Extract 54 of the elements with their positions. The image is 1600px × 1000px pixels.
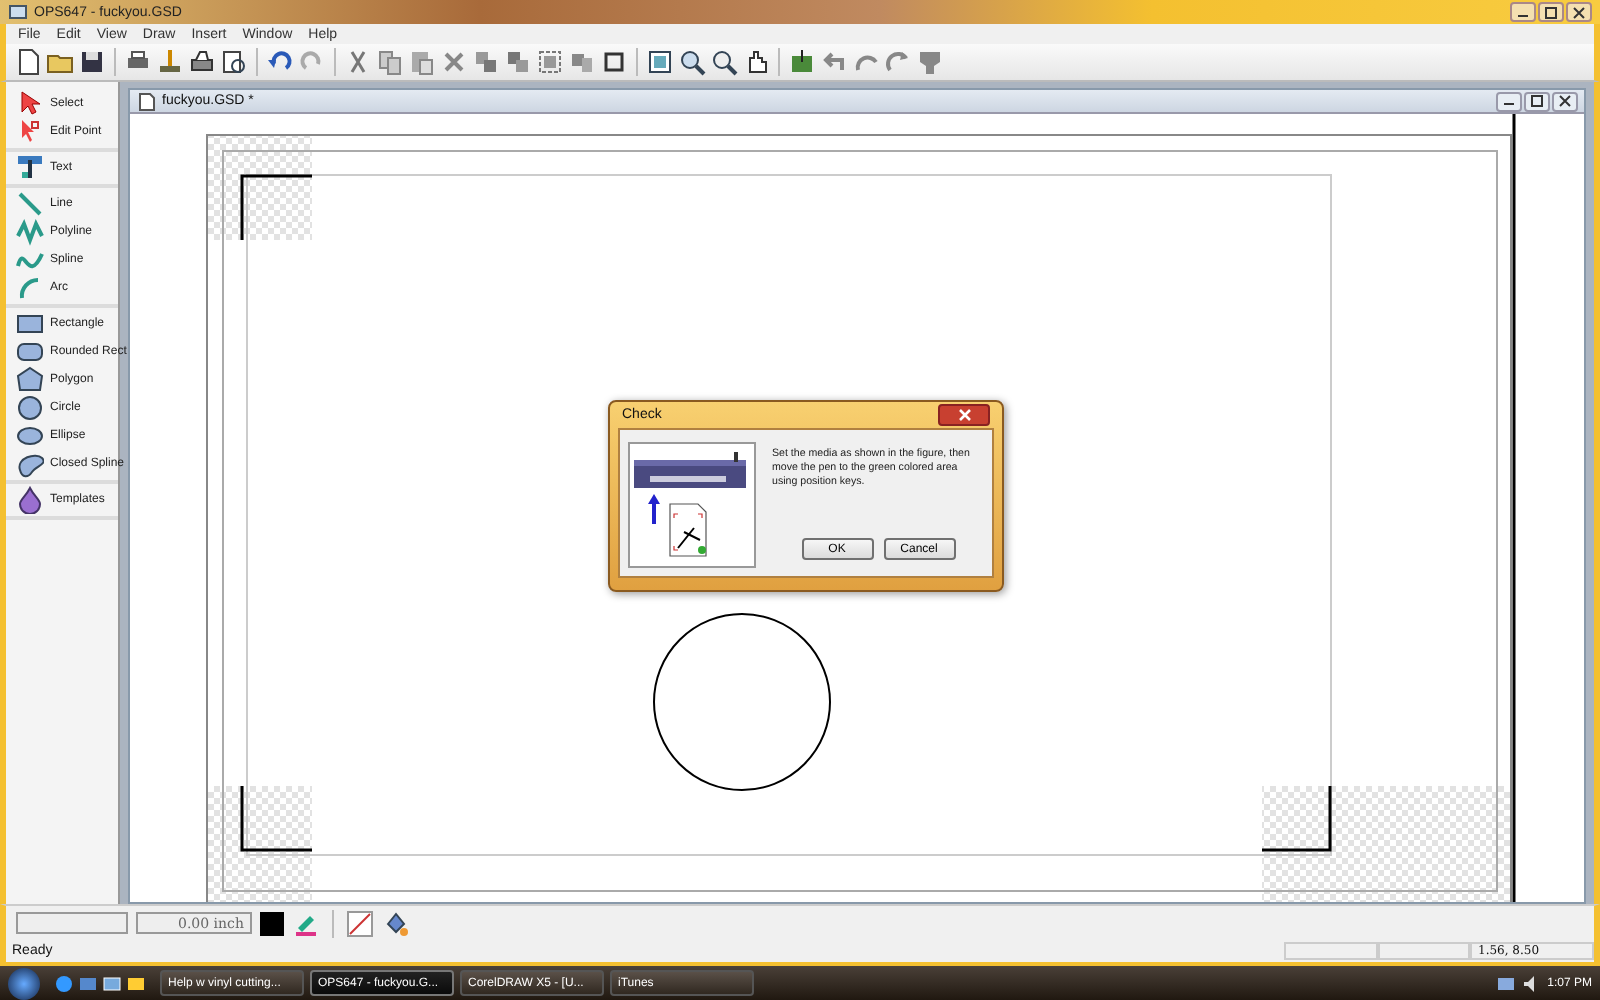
circle-tool-icon (16, 394, 44, 422)
fill-bucket-icon[interactable] (382, 909, 410, 937)
new-document-icon[interactable] (14, 48, 42, 76)
arc-tool-icon (16, 274, 44, 302)
close-button[interactable] (938, 404, 990, 426)
maximize-button[interactable] (1538, 2, 1564, 22)
droplet-icon (16, 486, 44, 514)
network-icon[interactable] (1495, 973, 1516, 993)
window-switch-icon[interactable] (102, 973, 122, 993)
app-icon (8, 2, 28, 22)
squares-icon[interactable] (504, 48, 532, 76)
restore-button[interactable] (1524, 91, 1550, 111)
squares-icon[interactable] (472, 48, 500, 76)
line-tool-icon (16, 190, 44, 218)
printer-icon[interactable] (188, 48, 216, 76)
ellipse-tool-icon (16, 422, 44, 450)
arrow-cursor-icon (16, 90, 44, 118)
text-tool-icon (16, 154, 44, 182)
close-button[interactable] (1552, 91, 1578, 111)
rectangle-tool-icon (16, 310, 44, 338)
start-button[interactable] (8, 967, 40, 999)
close-icon (957, 408, 971, 422)
no-fill-icon[interactable] (346, 909, 374, 937)
input-field[interactable] (16, 912, 128, 934)
restore-icon (1528, 94, 1546, 108)
node-cursor-icon (16, 118, 44, 146)
zoom-out-icon[interactable] (710, 48, 738, 76)
minimize-button[interactable] (1496, 91, 1522, 111)
rounded-rectangle-tool-icon (16, 338, 44, 366)
curved-arrow-icon[interactable] (884, 48, 912, 76)
print-preview-icon[interactable] (220, 48, 248, 76)
polyline-tool-icon (16, 218, 44, 246)
minimize-button[interactable] (1510, 2, 1536, 22)
fit-page-icon[interactable] (646, 48, 674, 76)
close-button[interactable] (1566, 2, 1592, 22)
browser-icon[interactable] (54, 973, 74, 993)
paste-icon[interactable] (408, 48, 436, 76)
squares-icon[interactable] (536, 48, 564, 76)
folder-icon[interactable] (126, 973, 146, 993)
corner-mark (240, 786, 312, 852)
hatched-corner (206, 786, 312, 902)
zoom-in-icon[interactable] (678, 48, 706, 76)
desktop-icon[interactable] (78, 973, 98, 993)
corner-mark (240, 174, 312, 240)
square-icon[interactable] (600, 48, 628, 76)
closed-spline-tool-icon (16, 450, 44, 478)
polygon-tool-icon (16, 366, 44, 394)
maximize-icon (1542, 5, 1560, 19)
copy-icon[interactable] (376, 48, 404, 76)
color-swatch[interactable] (260, 911, 284, 935)
close-icon (1570, 5, 1588, 19)
corner-mark (1262, 786, 1332, 852)
close-icon (1556, 94, 1574, 108)
delete-icon[interactable] (440, 48, 468, 76)
